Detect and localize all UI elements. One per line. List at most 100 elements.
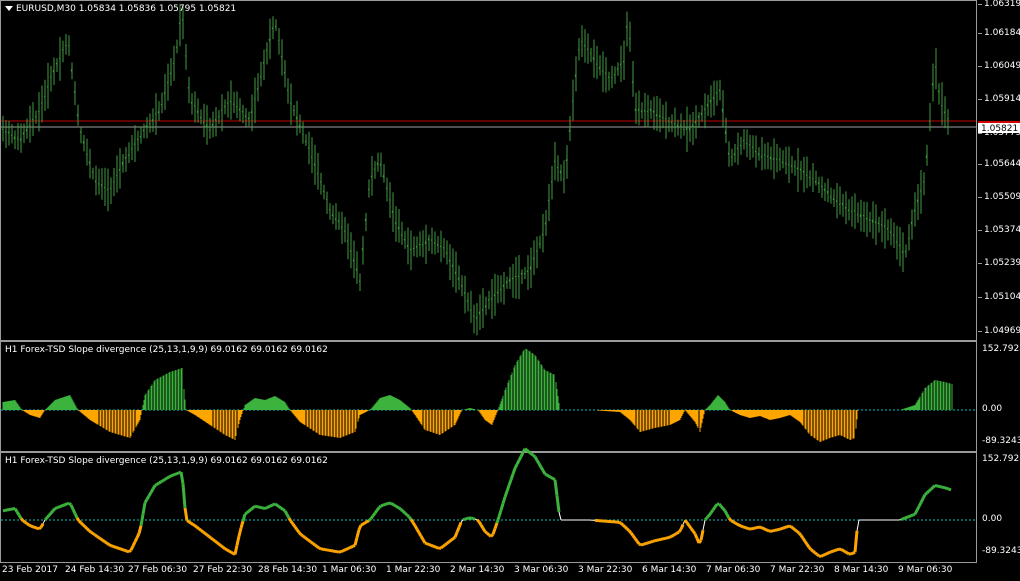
slope-line-segment bbox=[633, 537, 639, 543]
slope-line-segment bbox=[352, 543, 356, 548]
slope-line-segment bbox=[734, 521, 738, 526]
slope-line-segment bbox=[697, 539, 703, 544]
price-tick-mark bbox=[978, 297, 982, 298]
price-tick-mark bbox=[978, 263, 982, 264]
slope-line-segment bbox=[462, 517, 466, 522]
slope-line-segment bbox=[430, 543, 434, 548]
price-bar-open bbox=[328, 208, 331, 211]
slope-line-segment bbox=[493, 522, 499, 530]
slope-line-segment bbox=[707, 511, 713, 517]
slope-line-segment bbox=[276, 504, 280, 508]
slope-line-segment bbox=[54, 506, 58, 510]
price-bar-open bbox=[808, 176, 811, 179]
slope-line-segment bbox=[816, 553, 820, 558]
slope-line-segment bbox=[532, 453, 536, 458]
slope-line-segment bbox=[550, 476, 554, 480]
time-axis-label: 27 Feb 06:30 bbox=[128, 565, 188, 575]
slope-line-segment bbox=[923, 491, 929, 496]
slope-line-segment bbox=[677, 528, 683, 533]
slope-line-segment bbox=[836, 547, 840, 552]
price-bar-open bbox=[547, 199, 550, 202]
price-tick-label: 1.05239 bbox=[984, 258, 1020, 268]
slope-line-segment bbox=[826, 551, 830, 555]
slope-line-segment bbox=[929, 486, 935, 491]
slope-line-segment bbox=[740, 524, 744, 529]
slope-line-segment bbox=[60, 504, 64, 508]
price-bar-open bbox=[628, 37, 631, 40]
slope-line-segment bbox=[519, 451, 525, 458]
time-axis-label: 3 Mar 06:30 bbox=[514, 565, 569, 575]
slope-line-segment bbox=[248, 508, 252, 513]
slope-line-segment bbox=[344, 547, 348, 552]
price-bar-open bbox=[736, 147, 739, 150]
slope-line-segment bbox=[373, 509, 379, 514]
slope-line-segment bbox=[730, 519, 734, 524]
slope-line-segment bbox=[497, 509, 503, 518]
slope-line-segment bbox=[268, 504, 272, 509]
slope-line-segment bbox=[79, 521, 85, 526]
slope-line-segment bbox=[228, 549, 232, 554]
slope-line-segment bbox=[382, 503, 386, 507]
slope-line-segment bbox=[822, 553, 826, 557]
slope-line-segment bbox=[702, 519, 706, 531]
slope-line-segment bbox=[151, 484, 157, 490]
price-tick-label: 1.04969 bbox=[984, 326, 1020, 336]
slope-line-segment bbox=[357, 524, 363, 531]
price-bar-open bbox=[550, 180, 553, 183]
slope-line-segment bbox=[369, 514, 375, 520]
slope-line-segment bbox=[635, 540, 641, 545]
slope-line-segment bbox=[744, 526, 748, 530]
slope-line-segment bbox=[509, 473, 515, 481]
slope-line-segment bbox=[399, 508, 405, 513]
slope-line-segment bbox=[638, 542, 642, 547]
slope-line-segment bbox=[98, 536, 102, 541]
slope-line-segment bbox=[908, 514, 912, 518]
slope-line-segment bbox=[625, 527, 631, 532]
slope-line-segment bbox=[489, 533, 495, 538]
slope-line-segment bbox=[796, 530, 800, 535]
symbol-menu-icon[interactable] bbox=[5, 6, 13, 11]
price-bar-open bbox=[172, 62, 175, 65]
slope-line-segment bbox=[226, 548, 230, 553]
current-price-tag: 1.05821 bbox=[978, 121, 1020, 134]
slope-line-segment bbox=[289, 520, 295, 526]
price-tick-mark bbox=[978, 33, 982, 34]
slope-line-segment bbox=[26, 522, 30, 527]
slope-line-segment bbox=[642, 542, 646, 546]
slope-line-segment bbox=[670, 534, 674, 538]
slope-line-segment bbox=[210, 536, 214, 541]
slope-line-segment bbox=[128, 548, 132, 553]
slope-line-segment bbox=[77, 519, 83, 524]
price-bar-open bbox=[259, 75, 262, 78]
slope-line-segment bbox=[537, 462, 543, 468]
slope-line-segment bbox=[948, 487, 952, 492]
price-bar-open bbox=[181, 19, 184, 21]
time-axis-label: 8 Mar 14:30 bbox=[834, 565, 889, 575]
slope-line-segment bbox=[392, 503, 396, 507]
price-bar-open bbox=[343, 230, 346, 233]
slope-line-segment bbox=[160, 479, 164, 484]
slope-line-segment bbox=[544, 472, 548, 477]
time-axis-label: 7 Mar 06:30 bbox=[706, 565, 761, 575]
price-bar-open bbox=[31, 119, 34, 121]
price-tick-mark bbox=[978, 230, 982, 231]
slope-line-segment bbox=[491, 528, 497, 535]
price-tick-mark bbox=[978, 4, 982, 5]
price-bar-open bbox=[292, 109, 295, 112]
slope-line-segment bbox=[346, 546, 350, 551]
slope-line-segment bbox=[73, 512, 79, 519]
price-tick-label: 1.06319 bbox=[984, 0, 1020, 9]
slope-line-segment bbox=[34, 526, 38, 530]
slope-line-segment bbox=[364, 520, 368, 525]
slope-line-segment bbox=[38, 526, 42, 531]
slope-line-segment bbox=[230, 550, 234, 555]
slope-line-segment bbox=[367, 517, 373, 522]
slope-line-segment bbox=[398, 506, 402, 511]
slope-line-segment bbox=[104, 540, 108, 545]
price-tick-mark bbox=[978, 197, 982, 198]
slope-line-segment bbox=[794, 528, 798, 533]
slope-line-segment bbox=[705, 514, 711, 519]
price-bar-open bbox=[763, 154, 766, 156]
slope-line-segment bbox=[384, 502, 388, 506]
slope-line-segment bbox=[22, 519, 26, 524]
